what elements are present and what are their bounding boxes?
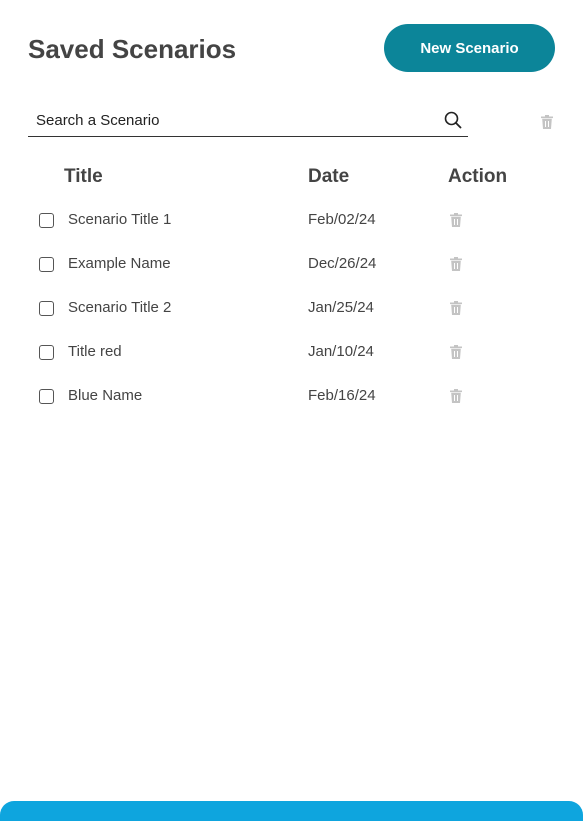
column-header-action: Action xyxy=(448,166,508,187)
search-bar xyxy=(28,106,468,137)
row-delete-trash-icon[interactable] xyxy=(450,345,462,359)
bulk-delete-trash-icon[interactable] xyxy=(541,115,553,129)
bottom-bar xyxy=(0,801,583,821)
row-title: Example Name xyxy=(68,255,171,272)
table-row: Title red Jan/10/24 xyxy=(0,342,583,386)
row-delete-trash-icon[interactable] xyxy=(450,301,462,315)
saved-scenarios-page: Saved Scenarios New Scenario Title Date … xyxy=(0,0,583,821)
row-checkbox[interactable] xyxy=(39,213,54,228)
row-delete-trash-icon[interactable] xyxy=(450,257,462,271)
table-row: Scenario Title 2 Jan/25/24 xyxy=(0,298,583,342)
row-title: Scenario Title 1 xyxy=(68,211,172,228)
column-header-title: Title xyxy=(64,166,103,187)
row-checkbox[interactable] xyxy=(39,389,54,404)
row-title: Blue Name xyxy=(68,387,143,404)
table-row: Scenario Title 1 Feb/02/24 xyxy=(0,210,583,254)
row-date: Feb/16/24 xyxy=(308,387,376,404)
search-icon[interactable] xyxy=(444,111,462,129)
new-scenario-button[interactable]: New Scenario xyxy=(384,24,555,72)
row-checkbox[interactable] xyxy=(39,257,54,272)
row-title: Title red xyxy=(68,343,122,360)
row-date: Dec/26/24 xyxy=(308,255,377,272)
row-delete-trash-icon[interactable] xyxy=(450,213,462,227)
row-delete-trash-icon[interactable] xyxy=(450,389,462,403)
column-header-date: Date xyxy=(308,166,350,187)
row-date: Feb/02/24 xyxy=(308,211,376,228)
row-checkbox[interactable] xyxy=(39,301,54,316)
row-checkbox[interactable] xyxy=(39,345,54,360)
page-title: Saved Scenarios xyxy=(28,34,237,64)
row-date: Jan/10/24 xyxy=(308,343,374,360)
search-input[interactable] xyxy=(28,106,436,134)
table-row: Example Name Dec/26/24 xyxy=(0,254,583,298)
table-row: Blue Name Feb/16/24 xyxy=(0,386,583,430)
row-title: Scenario Title 2 xyxy=(68,299,172,316)
row-date: Jan/25/24 xyxy=(308,299,374,316)
